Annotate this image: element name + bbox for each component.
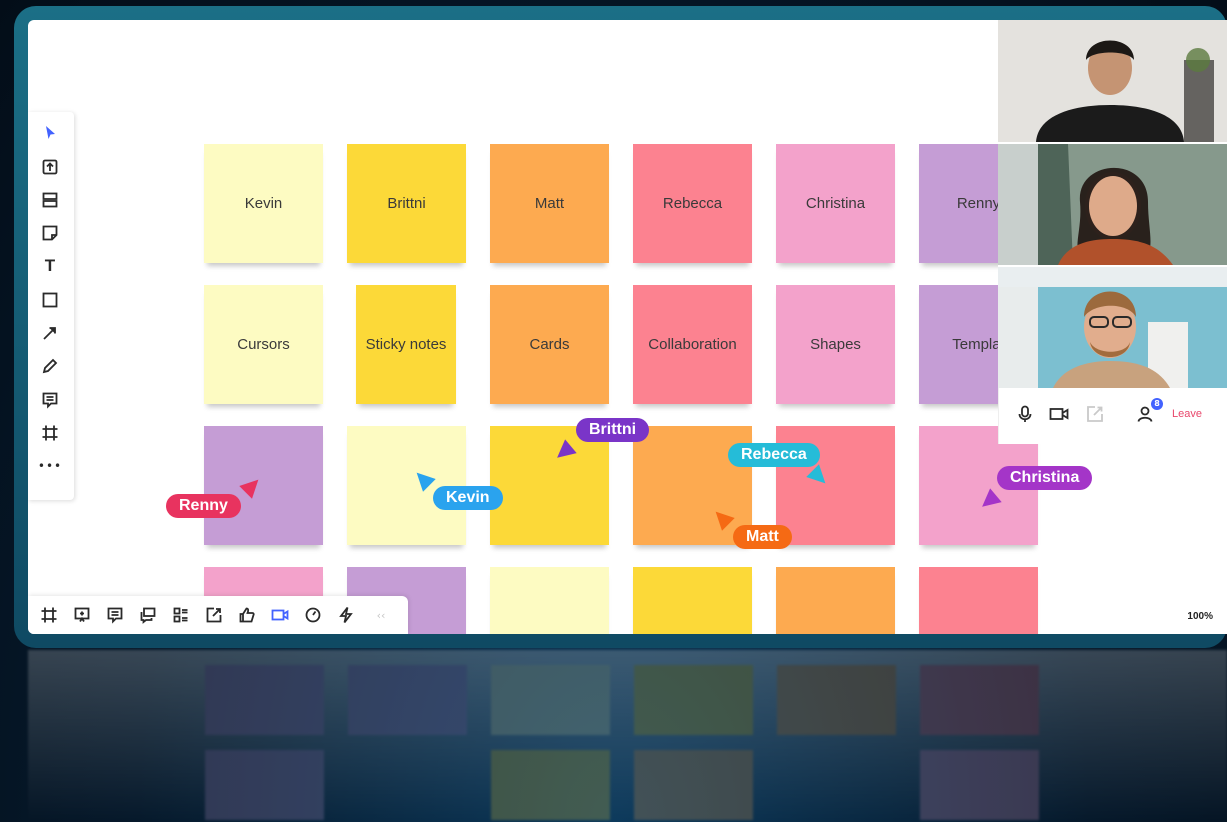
reflection-note: [920, 665, 1039, 735]
bottom-toolbar: ‹‹: [28, 596, 408, 634]
screen-reflection: [28, 650, 1227, 822]
participant-video-2: [998, 144, 1227, 265]
sticky-note[interactable]: Collaboration: [633, 285, 752, 404]
cursor-label: Matt: [733, 525, 792, 549]
sticky-note[interactable]: [490, 426, 609, 545]
more-icon[interactable]: •••: [38, 455, 61, 477]
zoom-level[interactable]: 100%: [1187, 611, 1213, 622]
comment-icon[interactable]: [39, 389, 61, 411]
video-icon[interactable]: [269, 604, 291, 626]
sticky-note[interactable]: Cards: [490, 285, 609, 404]
upload-icon[interactable]: [39, 156, 61, 178]
text-icon[interactable]: T: [39, 255, 61, 277]
chat-icon[interactable]: [137, 604, 159, 626]
arrow-icon[interactable]: [39, 322, 61, 344]
frames-icon[interactable]: [38, 604, 60, 626]
sticky-note[interactable]: [633, 567, 752, 634]
device-frame: Kevin Brittni Matt Rebecca Christina Renny Cur…: [14, 6, 1227, 648]
sticky-note-icon[interactable]: [39, 222, 61, 244]
reflection-note: [491, 750, 610, 820]
sticky-note[interactable]: Rebecca: [633, 144, 752, 263]
cursor-label: Rebecca: [728, 443, 820, 467]
sticky-note[interactable]: Cursors: [204, 285, 323, 404]
reflection-note: [634, 665, 753, 735]
cursor-label: Renny: [166, 494, 241, 518]
frame-icon[interactable]: [39, 422, 61, 444]
microphone-icon[interactable]: [1015, 404, 1037, 426]
sticky-note[interactable]: [776, 567, 895, 634]
reflection-note: [634, 750, 753, 820]
reflection-note: [205, 750, 324, 820]
participant-video-1: [998, 20, 1227, 142]
share-screen-icon[interactable]: [1085, 404, 1107, 426]
participants-count-badge: 8: [1151, 398, 1163, 410]
video-call-panel: 8 Leave: [998, 20, 1227, 444]
like-icon[interactable]: [236, 604, 258, 626]
present-icon[interactable]: [71, 604, 93, 626]
sticky-note[interactable]: [490, 567, 609, 634]
templates-icon[interactable]: [39, 189, 61, 211]
leave-button[interactable]: Leave: [1172, 408, 1202, 420]
left-toolbar: T •••: [28, 112, 74, 500]
collapse-icon[interactable]: ‹‹: [370, 604, 392, 626]
cards-icon[interactable]: [170, 604, 192, 626]
sticky-note[interactable]: Matt: [490, 144, 609, 263]
call-controls: 8 Leave: [998, 388, 1227, 444]
shape-icon[interactable]: [39, 289, 61, 311]
pen-icon[interactable]: [39, 355, 61, 377]
sticky-note[interactable]: Shapes: [776, 285, 895, 404]
camera-icon[interactable]: [1049, 404, 1071, 426]
sticky-note[interactable]: Brittni: [347, 144, 466, 263]
timer-icon[interactable]: [302, 604, 324, 626]
reflection-note: [491, 665, 610, 735]
cursor-label: Brittni: [576, 418, 650, 442]
select-icon[interactable]: [39, 122, 61, 144]
comments-icon[interactable]: [104, 604, 126, 626]
reflection-note: [348, 665, 467, 735]
reflection-note: [920, 750, 1039, 820]
sticky-note[interactable]: Sticky notes: [356, 285, 456, 404]
lightning-icon[interactable]: [335, 604, 357, 626]
cursor-label: Kevin: [433, 486, 503, 510]
reflection-note: [205, 665, 324, 735]
participant-video-3: [998, 267, 1227, 388]
reflection-note: [777, 665, 896, 735]
share-screen-icon[interactable]: [203, 604, 225, 626]
sticky-note[interactable]: Kevin: [204, 144, 323, 263]
sticky-note[interactable]: Christina: [776, 144, 895, 263]
cursor-label: Christina: [997, 466, 1093, 490]
sticky-note[interactable]: [919, 567, 1038, 634]
